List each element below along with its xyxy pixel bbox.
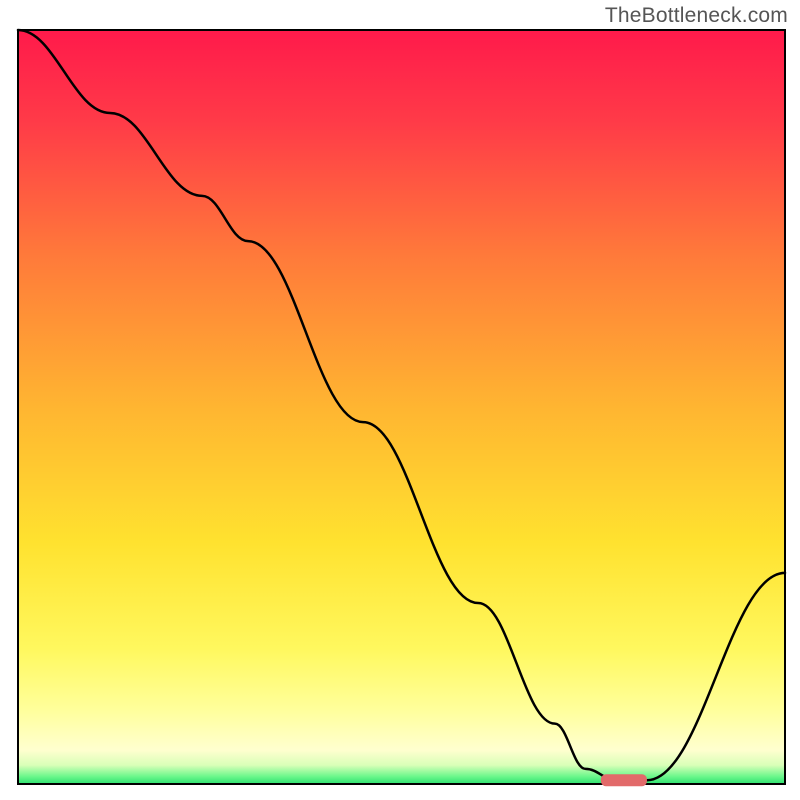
optimal-marker <box>601 774 647 786</box>
bottleneck-chart <box>0 0 800 800</box>
plot-background <box>18 30 785 784</box>
chart-container: TheBottleneck.com <box>0 0 800 800</box>
watermark-text: TheBottleneck.com <box>605 4 788 28</box>
